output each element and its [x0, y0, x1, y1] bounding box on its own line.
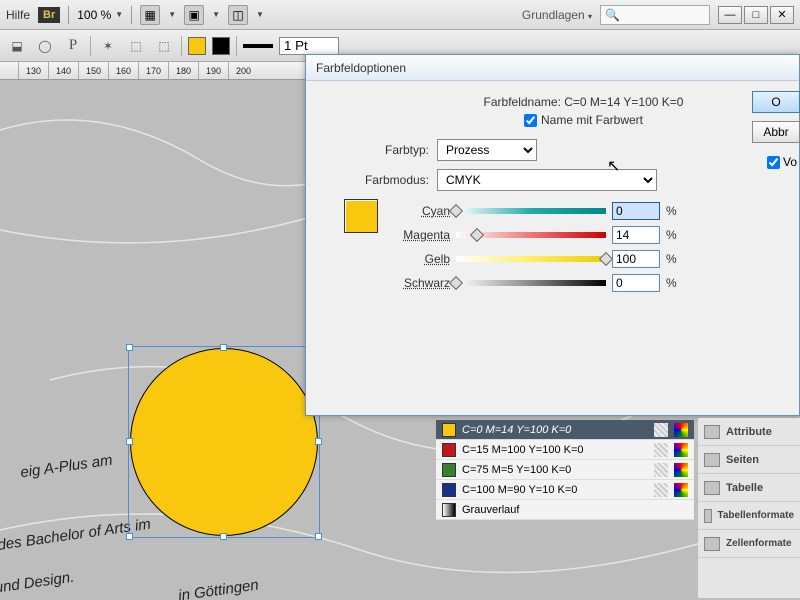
cyan-label: Cyan [388, 204, 450, 218]
tool-icon-4[interactable]: ⬚ [125, 35, 147, 57]
workspace-dropdown[interactable]: Grundlagen ▾ [522, 8, 592, 22]
help-menu[interactable]: Hilfe [6, 8, 30, 22]
handle-tm[interactable] [220, 344, 227, 351]
panel-seiten[interactable]: Seiten [698, 446, 800, 474]
color-preview-swatch [344, 199, 378, 233]
tool-icon-1[interactable]: ⬓ [6, 35, 28, 57]
name-with-value-label: Name mit Farbwert [541, 113, 643, 127]
yellow-slider[interactable] [456, 254, 606, 264]
swatch-mode-icon [674, 483, 688, 497]
swatch-options-dialog: Farbfeldoptionen Farbfeldname: C=0 M=14 … [305, 54, 800, 416]
handle-tl[interactable] [126, 344, 133, 351]
swatches-panel: C=0 M=14 Y=100 K=0 C=15 M=100 Y=100 K=0 … [436, 420, 694, 520]
color-mode-label: Farbmodus: [334, 173, 429, 187]
cyan-input[interactable] [612, 202, 660, 220]
swatch-mode-icon [674, 463, 688, 477]
stroke-preview [243, 44, 273, 48]
black-input[interactable] [612, 274, 660, 292]
stroke-swatch[interactable] [212, 37, 230, 55]
magenta-label: Magenta [388, 228, 450, 242]
magenta-slider[interactable] [456, 230, 606, 240]
swatch-mode-icon [674, 423, 688, 437]
view-option-2-icon[interactable]: ▣ [184, 5, 204, 25]
cancel-button[interactable]: Abbr [752, 121, 800, 143]
handle-br[interactable] [315, 533, 322, 540]
ok-button[interactable]: O [752, 91, 800, 113]
swatch-indicator-icon [654, 483, 668, 497]
bridge-badge[interactable]: Br [38, 7, 60, 23]
swatch-color-icon [442, 483, 456, 497]
black-label: Schwarz [388, 276, 450, 290]
tool-icon-3[interactable]: ✶ [97, 35, 119, 57]
tool-icon-5[interactable]: ⬚ [153, 35, 175, 57]
swatch-name-row: Farbfeldname: C=0 M=14 Y=100 K=0 [382, 95, 785, 109]
cell-styles-icon [704, 537, 720, 551]
color-type-label: Farbtyp: [334, 143, 429, 157]
yellow-input[interactable] [612, 250, 660, 268]
right-panels: Attribute Seiten Tabelle Tabellenformate… [698, 418, 800, 598]
handle-ml[interactable] [126, 438, 133, 445]
preview-label: Vo [783, 155, 797, 169]
panel-tabelle[interactable]: Tabelle [698, 474, 800, 502]
panel-tabellenformate[interactable]: Tabellenformate [698, 502, 800, 530]
yellow-label: Gelb [388, 252, 450, 266]
cyan-slider[interactable] [456, 206, 606, 216]
type-tool-icon[interactable]: P [62, 35, 84, 57]
color-mode-dropdown[interactable]: CMYK [437, 169, 657, 191]
close-button[interactable]: ✕ [770, 6, 794, 24]
maximize-button[interactable]: □ [744, 6, 768, 24]
swatch-color-icon [442, 423, 456, 437]
dialog-titlebar[interactable]: Farbfeldoptionen [306, 55, 799, 81]
pages-icon [704, 453, 720, 467]
fill-swatch[interactable] [188, 37, 206, 55]
swatch-indicator-icon [654, 443, 668, 457]
swatch-row[interactable]: C=100 M=90 Y=10 K=0 [436, 480, 694, 500]
attribute-icon [704, 425, 720, 439]
handle-bl[interactable] [126, 533, 133, 540]
black-slider[interactable] [456, 278, 606, 288]
view-option-3-icon[interactable]: ◫ [228, 5, 248, 25]
table-icon [704, 481, 720, 495]
gradient-swatch-icon [442, 503, 456, 517]
swatch-color-icon [442, 463, 456, 477]
swatch-row[interactable]: C=0 M=14 Y=100 K=0 [436, 420, 694, 440]
color-type-dropdown[interactable]: Prozess [437, 139, 537, 161]
search-input[interactable]: 🔍 [600, 5, 710, 25]
name-with-value-checkbox[interactable] [524, 114, 537, 127]
swatch-mode-icon [674, 443, 688, 457]
minimize-button[interactable]: — [718, 6, 742, 24]
swatch-color-icon [442, 443, 456, 457]
handle-bm[interactable] [220, 533, 227, 540]
swatch-row[interactable]: C=15 M=100 Y=100 K=0 [436, 440, 694, 460]
tool-icon-2[interactable]: ◯ [34, 35, 56, 57]
swatch-indicator-icon [654, 463, 668, 477]
window-controls: — □ ✕ [718, 6, 794, 24]
view-option-1-icon[interactable]: ▦ [140, 5, 160, 25]
circle-shape[interactable] [130, 348, 318, 536]
panel-attribute[interactable]: Attribute [698, 418, 800, 446]
swatch-row-gradient[interactable]: Grauverlauf [436, 500, 694, 520]
swatch-row[interactable]: C=75 M=5 Y=100 K=0 [436, 460, 694, 480]
top-menu-bar: Hilfe Br 100 % ▼ ▦▼ ▣▼ ◫▼ Grundlagen ▾ 🔍… [0, 0, 800, 30]
zoom-level[interactable]: 100 % ▼ [77, 8, 123, 22]
selected-circle-object[interactable] [130, 348, 318, 536]
preview-checkbox[interactable] [767, 156, 780, 169]
table-styles-icon [704, 509, 712, 523]
magenta-input[interactable] [612, 226, 660, 244]
panel-zellenformate[interactable]: Zellenformate [698, 530, 800, 558]
swatch-indicator-icon [654, 423, 668, 437]
stroke-weight-input[interactable] [279, 37, 339, 55]
handle-mr[interactable] [315, 438, 322, 445]
